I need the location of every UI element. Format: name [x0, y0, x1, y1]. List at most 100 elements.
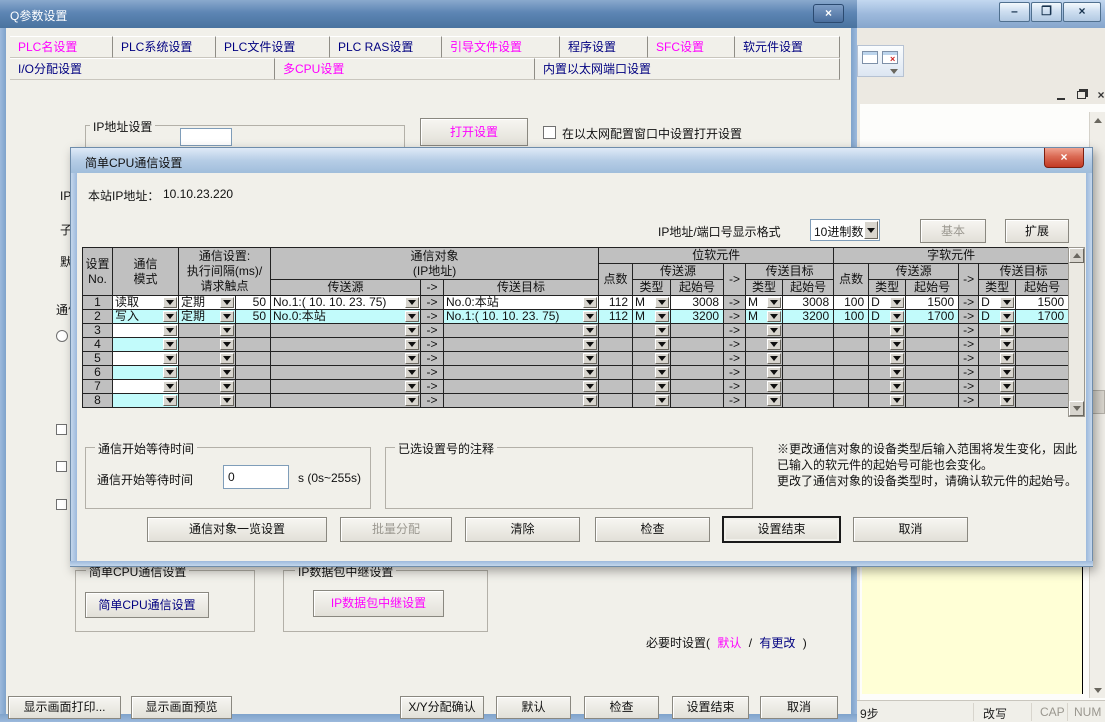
ethernet-config-checkbox[interactable]	[543, 126, 556, 139]
cell-transfer-source[interactable]: No.1:( 10. 10. 23. 75)	[271, 296, 421, 310]
dropdown-arrow-icon[interactable]	[1000, 353, 1014, 364]
clear-button[interactable]: 清除	[465, 517, 580, 542]
q-dialog-title-bar[interactable]: Q参数设置 ×	[0, 0, 857, 28]
tab-row2-1[interactable]: I/O分配设置	[10, 58, 275, 80]
mdi-restore-button[interactable]	[1074, 88, 1088, 102]
mdi-close-button[interactable]: ×	[1094, 88, 1105, 102]
cell-comm-mode[interactable]	[113, 338, 179, 352]
cancel-button[interactable]: 取消	[760, 696, 838, 719]
dropdown-arrow-icon[interactable]	[163, 353, 177, 364]
cell-word-dest-type[interactable]	[979, 366, 1016, 380]
app-minimize-button[interactable]: –	[999, 2, 1030, 22]
cell-bit-dest-type[interactable]	[746, 394, 783, 408]
cell-word-dest-type[interactable]	[979, 394, 1016, 408]
xy-assign-check-button[interactable]: X/Y分配确认	[400, 696, 484, 719]
table-scroll-up-button[interactable]	[1069, 248, 1084, 263]
dropdown-arrow-icon[interactable]	[583, 381, 597, 392]
cell-comm-mode[interactable]: 写入	[113, 310, 179, 324]
cell-bit-source-type[interactable]	[633, 366, 671, 380]
dropdown-arrow-icon[interactable]	[163, 311, 177, 322]
dropdown-arrow-icon[interactable]	[890, 395, 904, 406]
screen-print-button[interactable]: 显示画面打印...	[8, 696, 121, 719]
default-button[interactable]: 默认	[496, 696, 571, 719]
dropdown-arrow-icon[interactable]	[163, 381, 177, 392]
cell-word-dest-type[interactable]	[979, 338, 1016, 352]
cell-word-source-type[interactable]	[869, 380, 906, 394]
cell-bit-dest-type[interactable]: M	[746, 310, 783, 324]
ip-packet-relay-button[interactable]: IP数据包中继设置	[313, 590, 444, 617]
window-icon[interactable]	[862, 51, 878, 64]
simple-cpu-comm-button[interactable]: 简单CPU通信设置	[85, 592, 209, 618]
dropdown-arrow-icon[interactable]	[1000, 367, 1014, 378]
cell-comm-mode[interactable]	[113, 394, 179, 408]
toolbar-dropdown-icon[interactable]	[890, 69, 898, 74]
cell-comm-mode[interactable]: 读取	[113, 296, 179, 310]
dropdown-arrow-icon[interactable]	[163, 395, 177, 406]
dropdown-arrow-icon[interactable]	[583, 353, 597, 364]
dropdown-arrow-icon[interactable]	[864, 221, 878, 239]
batch-assign-button[interactable]: 批量分配	[340, 517, 452, 542]
cell-comm-mode[interactable]	[113, 380, 179, 394]
dropdown-arrow-icon[interactable]	[220, 297, 234, 308]
cell-word-source-type[interactable]: D	[869, 310, 906, 324]
dropdown-arrow-icon[interactable]	[767, 339, 781, 350]
basic-button[interactable]: 基本	[920, 219, 986, 243]
dropdown-arrow-icon[interactable]	[163, 339, 177, 350]
tab-row1-4[interactable]: PLC RAS设置	[330, 36, 442, 58]
dropdown-arrow-icon[interactable]	[890, 325, 904, 336]
cell-bit-source-type[interactable]: M	[633, 296, 671, 310]
table-cancel-button[interactable]: 取消	[853, 517, 968, 542]
dropdown-arrow-icon[interactable]	[655, 395, 669, 406]
tab-row1-7[interactable]: SFC设置	[648, 36, 735, 58]
dropdown-arrow-icon[interactable]	[767, 325, 781, 336]
dropdown-arrow-icon[interactable]	[583, 339, 597, 350]
default-link[interactable]: 默认	[717, 636, 741, 650]
cpu-dialog-close-button[interactable]: ×	[1044, 148, 1084, 168]
dropdown-arrow-icon[interactable]	[405, 311, 419, 322]
dropdown-arrow-icon[interactable]	[655, 311, 669, 322]
radio-button-fragment[interactable]	[56, 330, 68, 342]
mdi-minimize-button[interactable]	[1054, 88, 1068, 102]
cell-comm-setting[interactable]	[179, 352, 236, 366]
table-scroll-down-button[interactable]	[1069, 401, 1084, 416]
dropdown-arrow-icon[interactable]	[220, 339, 234, 350]
scrollbar-thumb[interactable]	[1091, 390, 1105, 414]
cell-comm-mode[interactable]	[113, 366, 179, 380]
cell-comm-setting[interactable]	[179, 394, 236, 408]
dropdown-arrow-icon[interactable]	[583, 395, 597, 406]
cell-comm-setting[interactable]	[179, 338, 236, 352]
changed-link[interactable]: 有更改	[759, 636, 795, 650]
cell-transfer-source[interactable]	[271, 338, 421, 352]
tab-row1-3[interactable]: PLC文件设置	[216, 36, 330, 58]
cell-comm-mode[interactable]	[113, 324, 179, 338]
dropdown-arrow-icon[interactable]	[220, 311, 234, 322]
ip-address-field-fragment[interactable]	[180, 128, 232, 146]
dropdown-arrow-icon[interactable]	[655, 353, 669, 364]
extended-button[interactable]: 扩展	[1005, 219, 1069, 243]
tab-row1-8[interactable]: 软元件设置	[735, 36, 840, 58]
dropdown-arrow-icon[interactable]	[655, 367, 669, 378]
dropdown-arrow-icon[interactable]	[163, 367, 177, 378]
dropdown-arrow-icon[interactable]	[1000, 339, 1014, 350]
dropdown-arrow-icon[interactable]	[405, 395, 419, 406]
dropdown-arrow-icon[interactable]	[1000, 297, 1014, 308]
screen-preview-button[interactable]: 显示画面预览	[131, 696, 232, 719]
checkbox-fragment[interactable]	[56, 424, 67, 435]
dropdown-arrow-icon[interactable]	[767, 353, 781, 364]
cell-comm-setting[interactable]: 定期	[179, 296, 236, 310]
cell-bit-source-type[interactable]	[633, 338, 671, 352]
cell-bit-dest-type[interactable]	[746, 380, 783, 394]
cell-transfer-dest[interactable]: No.0:本站	[444, 296, 599, 310]
cell-transfer-source[interactable]	[271, 380, 421, 394]
dropdown-arrow-icon[interactable]	[890, 311, 904, 322]
dropdown-arrow-icon[interactable]	[655, 297, 669, 308]
cell-comm-setting[interactable]	[179, 324, 236, 338]
dropdown-arrow-icon[interactable]	[1000, 381, 1014, 392]
cell-transfer-source[interactable]	[271, 324, 421, 338]
cell-word-dest-type[interactable]: D	[979, 310, 1016, 324]
cell-comm-mode[interactable]	[113, 352, 179, 366]
tab-row2-2[interactable]: 多CPU设置	[275, 58, 535, 80]
dropdown-arrow-icon[interactable]	[220, 367, 234, 378]
cell-comm-setting[interactable]	[179, 380, 236, 394]
dropdown-arrow-icon[interactable]	[220, 395, 234, 406]
